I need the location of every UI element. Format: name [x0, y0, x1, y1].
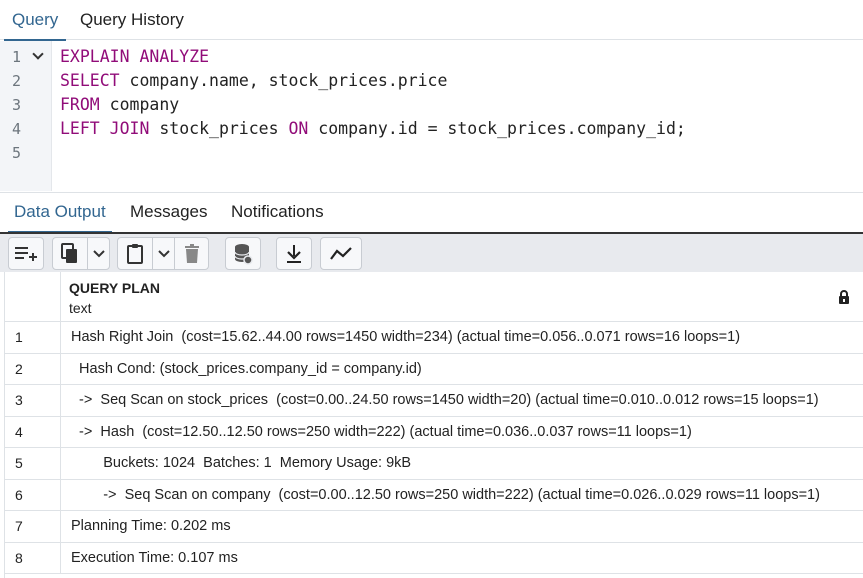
line-number: 5 — [12, 144, 22, 162]
table-row[interactable]: 1 Hash Right Join (cost=15.62..44.00 rows… — [5, 322, 863, 354]
sql-text: company.id = stock_prices.company_id; — [308, 119, 686, 138]
query-plan-cell[interactable]: Planning Time: 0.202 ms — [61, 511, 851, 542]
line-gutter: 1 2 3 4 5 — [0, 41, 52, 191]
save-group — [225, 237, 261, 270]
query-plan-cell[interactable]: Buckets: 1024 Batches: 1 Memory Usage: 9… — [61, 448, 851, 479]
save-data-button[interactable] — [226, 238, 260, 269]
line-number: 1 — [12, 48, 22, 66]
query-plan-cell[interactable]: Hash Cond: (stock_prices.company_id = co… — [61, 354, 851, 385]
query-plan-cell[interactable]: -> Seq Scan on stock_prices (cost=0.00..… — [61, 385, 851, 416]
table-row[interactable]: 6 -> Seq Scan on company (cost=0.00..12.… — [5, 479, 863, 511]
save-data-icon — [234, 243, 253, 265]
lock-icon — [839, 290, 849, 304]
copy-group — [52, 237, 110, 270]
code-line[interactable]: LEFT JOIN stock_prices ON company.id = s… — [60, 117, 686, 141]
fold-chevron-icon[interactable] — [32, 48, 44, 60]
code-line[interactable] — [60, 141, 686, 165]
sql-keyword: SELECT — [60, 71, 120, 90]
paste-group — [117, 237, 209, 270]
row-number[interactable]: 7 — [5, 511, 61, 542]
copy-icon — [61, 242, 77, 263]
sql-text: company — [99, 95, 180, 114]
query-plan-cell[interactable]: -> Hash (cost=12.50..12.50 rows=250 widt… — [61, 417, 851, 448]
line-number: 3 — [12, 96, 22, 114]
code-line[interactable]: FROM company — [60, 93, 686, 117]
code-line[interactable]: SELECT company.name, stock_prices.price — [60, 69, 686, 93]
paste-button[interactable] — [118, 238, 152, 269]
line-number: 4 — [12, 120, 22, 138]
row-number[interactable]: 4 — [5, 416, 61, 447]
tab-data-output[interactable]: Data Output — [8, 193, 112, 233]
query-tabs: Query Query History — [0, 0, 863, 41]
sql-editor[interactable]: 1 2 3 4 5 EXPLAIN ANALYZE SELECT company.… — [0, 41, 863, 191]
graph-visualiser-button[interactable] — [321, 238, 361, 269]
query-plan-cell[interactable]: -> Seq Scan on company (cost=0.00..12.50… — [61, 480, 851, 511]
code-area[interactable]: EXPLAIN ANALYZE SELECT company.name, stoc… — [60, 45, 686, 165]
line-number: 2 — [12, 72, 22, 90]
add-row-group — [8, 237, 44, 270]
add-row-button[interactable] — [9, 238, 43, 269]
sql-keyword: FROM — [60, 95, 100, 114]
chevron-down-icon — [92, 249, 105, 257]
table-row[interactable]: 8 Execution Time: 0.107 ms — [5, 542, 863, 574]
output-tabs: Data Output Messages Notifications — [0, 192, 863, 233]
table-row[interactable]: 4 -> Hash (cost=12.50..12.50 rows=250 wi… — [5, 416, 863, 448]
paste-icon — [127, 243, 143, 264]
row-number-header[interactable] — [5, 272, 61, 322]
query-plan-cell[interactable]: Hash Right Join (cost=15.62..44.00 rows=… — [61, 322, 851, 353]
results-grid: QUERY PLAN text 1 Hash Right Join (cost=1… — [4, 272, 863, 578]
sql-keyword: EXPLAIN ANALYZE — [60, 47, 210, 66]
table-row[interactable]: 5 Buckets: 1024 Batches: 1 Memory Usage:… — [5, 448, 863, 480]
download-button[interactable] — [277, 238, 311, 269]
row-number[interactable]: 3 — [5, 385, 61, 416]
sql-text: stock_prices — [149, 119, 289, 138]
table-row[interactable]: 2 Hash Cond: (stock_prices.company_id = … — [5, 353, 863, 385]
grid-header: QUERY PLAN text — [5, 272, 863, 322]
query-plan-cell[interactable]: Execution Time: 0.107 ms — [61, 543, 851, 574]
graph-group — [320, 237, 362, 270]
paste-options-button[interactable] — [152, 238, 174, 269]
sql-keyword: ON — [288, 119, 309, 138]
results-toolbar — [0, 232, 863, 272]
add-row-icon — [15, 246, 37, 261]
row-number[interactable]: 6 — [5, 479, 61, 510]
delete-icon — [184, 243, 199, 263]
row-number[interactable]: 5 — [5, 448, 61, 479]
table-row[interactable]: 7 Planning Time: 0.202 ms — [5, 511, 863, 543]
tab-query-history[interactable]: Query History — [72, 0, 192, 40]
tab-notifications[interactable]: Notifications — [231, 193, 324, 232]
sql-keyword: LEFT JOIN — [60, 119, 150, 138]
graph-icon — [330, 246, 352, 260]
row-number[interactable]: 2 — [5, 353, 61, 384]
sql-text: company.name, stock_prices.price — [119, 71, 448, 90]
column-type: text — [69, 300, 92, 316]
chevron-down-icon — [157, 249, 170, 257]
copy-button[interactable] — [53, 238, 87, 269]
tab-messages[interactable]: Messages — [130, 193, 207, 232]
download-group — [276, 237, 312, 270]
code-line[interactable]: EXPLAIN ANALYZE — [60, 45, 686, 69]
row-number[interactable]: 8 — [5, 542, 61, 573]
delete-button[interactable] — [174, 238, 208, 269]
tab-query[interactable]: Query — [4, 0, 67, 41]
row-number[interactable]: 1 — [5, 322, 61, 353]
download-icon — [287, 244, 301, 263]
table-row[interactable]: 3 -> Seq Scan on stock_prices (cost=0.00… — [5, 385, 863, 417]
copy-options-button[interactable] — [87, 238, 109, 269]
column-name[interactable]: QUERY PLAN — [69, 280, 160, 296]
